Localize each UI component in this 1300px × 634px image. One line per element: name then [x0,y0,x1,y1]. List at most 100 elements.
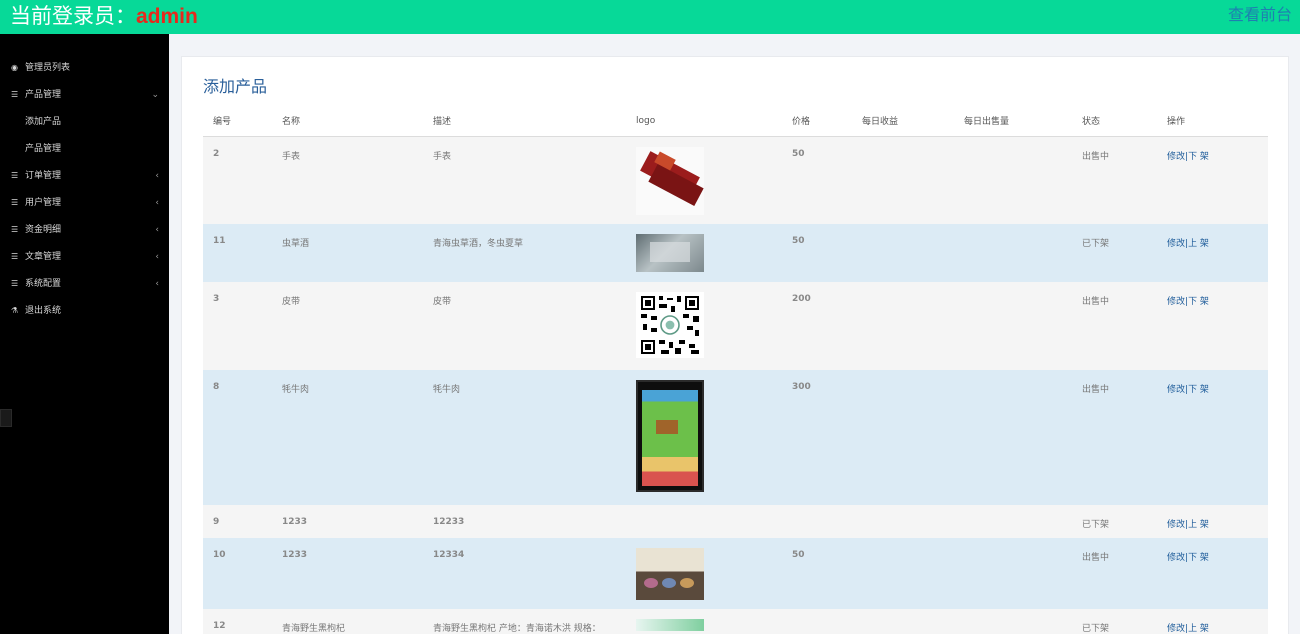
edit-link[interactable]: 修改 [1167,239,1185,249]
login-label: 当前登录员： [10,4,136,28]
cell-actions: 修改|上 架 [1157,505,1268,538]
column-header: 编号 [203,106,272,137]
cell-daily-sales [954,505,1072,538]
list-icon: ☰ [11,279,19,288]
toggle-shelf-link[interactable]: 上 架 [1188,624,1209,634]
sidebar-item-label: 退出系统 [25,306,62,316]
top-bar: 当前登录员：admin 查看前台 [0,0,1300,34]
cell-name: 牦牛肉 [272,370,423,505]
edit-link[interactable]: 修改 [1167,385,1185,395]
product-box-image [636,146,704,215]
edit-link[interactable]: 修改 [1167,297,1185,307]
cell-status: 已下架 [1072,505,1157,538]
toggle-shelf-link[interactable]: 上 架 [1188,239,1209,249]
cell-daily-sales [954,370,1072,505]
chevron-left-icon: ‹ [155,198,159,208]
jewelry-photo-image [636,548,704,600]
column-header: 每日出售量 [954,106,1072,137]
sidebar-subitem-label: 产品管理 [25,144,62,154]
edit-link[interactable]: 修改 [1167,624,1185,634]
cell-actions: 修改|下 架 [1157,282,1268,370]
edit-link[interactable]: 修改 [1167,553,1185,563]
cell-daily-sales [954,136,1072,224]
toggle-shelf-link[interactable]: 下 架 [1188,553,1209,563]
cell-daily-sales [954,538,1072,609]
cell-price [782,609,852,634]
cell-daily-income [852,224,954,282]
table-header-row: 编号 名称 描述 logo 价格 每日收益 每日出售量 状态 操作 [203,106,1268,137]
list-icon: ☰ [11,90,19,99]
cell-daily-income [852,505,954,538]
cell-id: 8 [203,370,272,505]
cell-actions: 修改|上 架 [1157,609,1268,634]
cell-logo [626,505,782,538]
document-photo-image [636,234,704,272]
column-header: 状态 [1072,106,1157,137]
cell-price [782,505,852,538]
sidebar-subitem-product-management[interactable]: 产品管理 [0,136,169,162]
cell-name: 虫草酒 [272,224,423,282]
cell-desc: 青海虫草酒，冬虫夏草 [423,224,626,282]
sidebar-item-label: 订单管理 [25,171,62,181]
sidebar-collapse-handle[interactable] [0,409,12,427]
sidebar-item-orders[interactable]: ☰ 订单管理 ‹ [0,163,169,189]
edit-link[interactable]: 修改 [1167,520,1185,530]
view-frontend-link[interactable]: 查看前台 [1228,5,1292,25]
toggle-shelf-link[interactable]: 下 架 [1188,385,1209,395]
cell-status: 已下架 [1072,609,1157,634]
sidebar-item-label: 管理员列表 [25,63,71,73]
cell-status: 出售中 [1072,282,1157,370]
chevron-left-icon: ‹ [155,279,159,289]
cell-daily-income [852,282,954,370]
cell-id: 9 [203,505,272,538]
cell-actions: 修改|下 架 [1157,538,1268,609]
cell-name: 皮带 [272,282,423,370]
toggle-shelf-link[interactable]: 下 架 [1188,297,1209,307]
sidebar-item-product-management[interactable]: ☰ 产品管理 ⌄ [0,82,169,108]
cell-logo [626,224,782,282]
phone-screenshot-image [636,380,704,492]
cell-daily-income [852,136,954,224]
sidebar-subitem-add-product[interactable]: 添加产品 [0,109,169,135]
cell-daily-income [852,370,954,505]
cell-status: 出售中 [1072,136,1157,224]
chevron-down-icon: ⌄ [151,90,159,100]
cell-logo [626,609,782,634]
product-table: 编号 名称 描述 logo 价格 每日收益 每日出售量 状态 操作 2 手表 手… [203,106,1268,634]
sidebar-item-admin-list[interactable]: ◉ 管理员列表 [0,55,169,81]
dashboard-icon: ◉ [11,63,18,72]
cell-name: 手表 [272,136,423,224]
sidebar-item-label: 系统配置 [25,279,62,289]
cell-id: 3 [203,282,272,370]
cell-daily-sales [954,282,1072,370]
cell-id: 2 [203,136,272,224]
chevron-left-icon: ‹ [155,252,159,262]
cell-daily-income [852,538,954,609]
list-icon: ☰ [11,225,19,234]
cell-logo [626,538,782,609]
cell-name: 青海野生黑枸杞 [272,609,423,634]
chevron-left-icon: ‹ [155,225,159,235]
qr-code-image [636,292,704,358]
sidebar-item-label: 用户管理 [25,198,62,208]
sidebar-item-articles[interactable]: ☰ 文章管理 ‹ [0,244,169,270]
toggle-shelf-link[interactable]: 下 架 [1188,152,1209,162]
cell-price: 50 [782,136,852,224]
cell-price: 50 [782,538,852,609]
sidebar-item-system-config[interactable]: ☰ 系统配置 ‹ [0,271,169,297]
column-header: 名称 [272,106,423,137]
sidebar: ◉ 管理员列表 ☰ 产品管理 ⌄ 添加产品 产品管理 ☰ 订单管理 ‹ ☰ 用户… [0,34,169,634]
sidebar-item-funds[interactable]: ☰ 资金明细 ‹ [0,217,169,243]
flask-icon: ⚗ [11,306,19,315]
table-row: 9 1233 12233 已下架 修改|上 架 [203,505,1268,538]
sidebar-item-users[interactable]: ☰ 用户管理 ‹ [0,190,169,216]
list-icon: ☰ [11,198,19,207]
edit-link[interactable]: 修改 [1167,152,1185,162]
cell-id: 11 [203,224,272,282]
toggle-shelf-link[interactable]: 上 架 [1188,520,1209,530]
list-icon: ☰ [11,252,19,261]
table-row: 11 虫草酒 青海虫草酒，冬虫夏草 50 已下架 修改|上 架 [203,224,1268,282]
sidebar-item-logout[interactable]: ⚗ 退出系统 [0,298,169,324]
cell-price: 50 [782,224,852,282]
cell-price: 200 [782,282,852,370]
